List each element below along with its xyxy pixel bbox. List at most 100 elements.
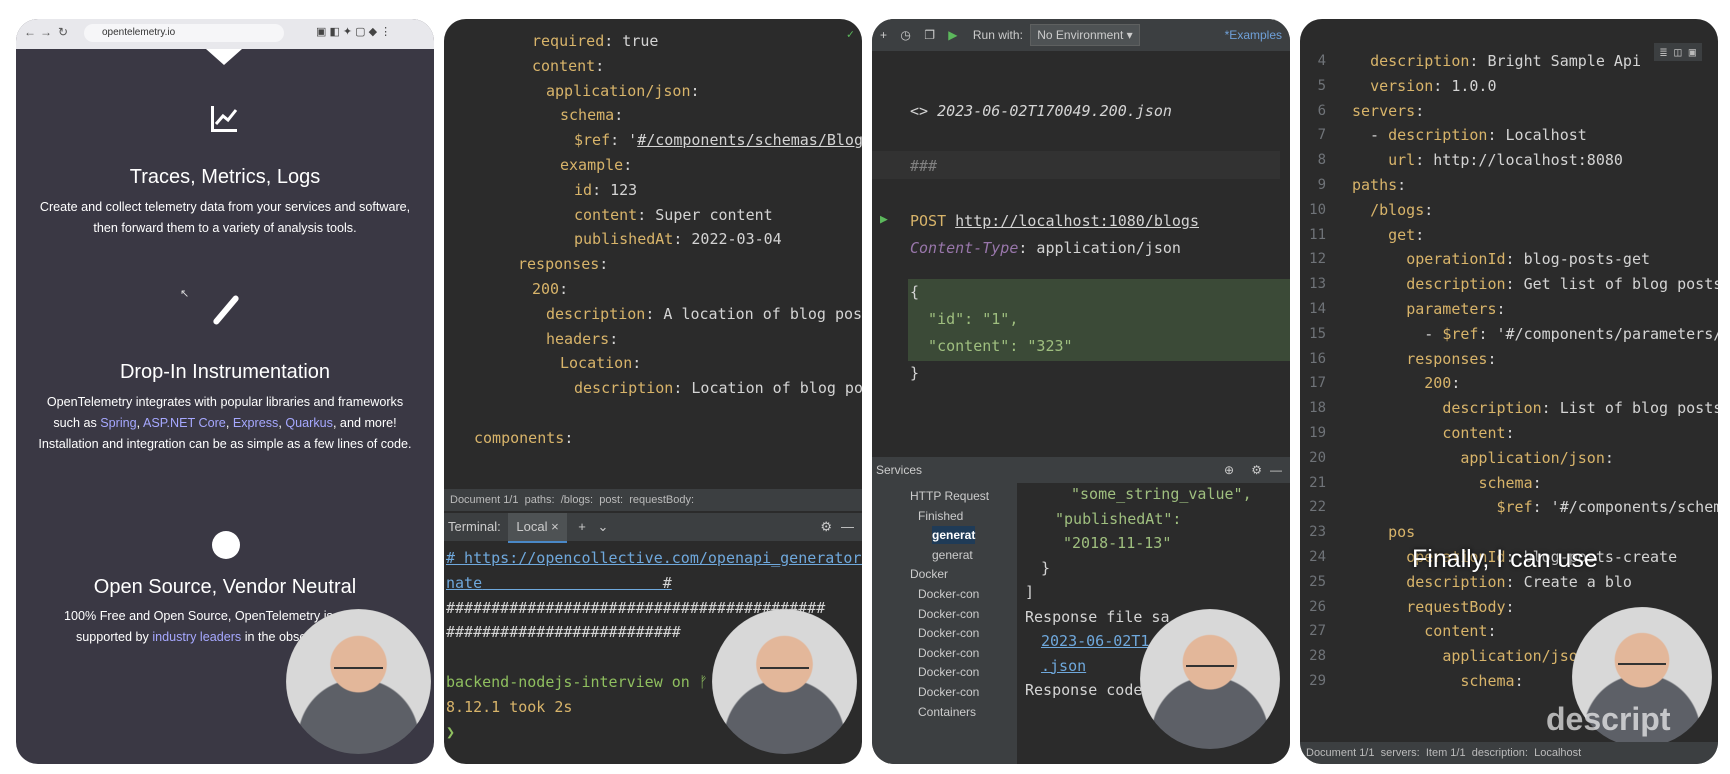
tree-item[interactable]: Docker-con — [918, 585, 979, 603]
add-tab-icon[interactable]: + — [578, 519, 586, 534]
run-request-icon[interactable]: ▶ — [880, 212, 888, 227]
webcam-avatar — [712, 609, 857, 754]
line-number: 18 — [1309, 400, 1326, 417]
examples-button[interactable]: *Examples — [1225, 19, 1282, 51]
history-icon[interactable]: ◷ — [890, 28, 910, 42]
address-bar[interactable]: opentelemetry.io — [84, 24, 284, 42]
yaml-value: : — [1451, 374, 1461, 393]
yaml-key: content — [1424, 622, 1488, 641]
tree-item[interactable]: generat — [932, 546, 973, 564]
yaml-key: get — [1388, 225, 1416, 244]
minimize-icon[interactable]: — — [1270, 457, 1282, 483]
terminal-link[interactable]: nate — [446, 574, 482, 592]
tree-item[interactable]: HTTP Request — [910, 487, 989, 505]
yaml-value: : blog-posts-get — [1505, 250, 1651, 269]
caption: Finally, I can use — [1412, 545, 1598, 573]
line-number: 17 — [1309, 375, 1326, 392]
split-view-icon[interactable]: ◫ — [1674, 45, 1681, 59]
tree-item[interactable]: generat — [932, 526, 976, 545]
tree-item[interactable]: Docker-con — [918, 663, 979, 681]
code-line: operationId: blog-posts-get — [1352, 246, 1718, 273]
forward-icon[interactable]: → — [40, 25, 52, 39]
line-number: 21 — [1309, 474, 1326, 491]
industry-leaders-link[interactable]: industry leaders — [152, 630, 241, 644]
aspnet-link[interactable]: ASP.NET Core — [143, 416, 226, 430]
code-line: id: 123 — [574, 177, 862, 204]
yaml-value: : — [599, 255, 609, 274]
tree-item[interactable]: Docker-con — [918, 624, 979, 642]
line-number: 28 — [1309, 648, 1326, 665]
line-number: 8 — [1317, 152, 1326, 169]
tree-item[interactable]: Docker-con — [918, 605, 979, 623]
response-line: "publishedAt": — [1055, 509, 1182, 528]
code-line: components: — [474, 425, 862, 452]
yaml-key: description — [546, 304, 646, 323]
yaml-key: example — [560, 156, 624, 174]
yaml-value: : — [1424, 200, 1434, 219]
gear-icon[interactable]: ⚙ — [820, 513, 832, 541]
yaml-value: : 1.0.0 — [1433, 76, 1497, 95]
yaml-key: components — [474, 428, 565, 447]
yaml-value: : Create a blo — [1505, 572, 1632, 591]
back-icon[interactable]: ← — [24, 25, 36, 39]
yaml-value: : — [1496, 300, 1506, 318]
add-icon[interactable]: + — [872, 28, 887, 42]
tree-item[interactable]: Docker-con — [918, 683, 979, 701]
line-number: 14 — [1309, 301, 1326, 317]
tree-item[interactable]: Docker-con — [918, 644, 979, 662]
express-link[interactable]: Express — [233, 416, 279, 430]
reload-icon[interactable]: ↻ — [58, 25, 68, 39]
run-all-icon[interactable]: ▶ — [938, 28, 957, 42]
line-number: 15 — [1309, 325, 1326, 342]
yaml-key: content — [1442, 424, 1506, 442]
yaml-value: : — [609, 329, 619, 348]
chart-icon — [211, 106, 238, 132]
tree-item[interactable]: Containers — [918, 703, 976, 721]
chevron-down-icon[interactable]: ⌄ — [598, 519, 609, 534]
yaml-value: : — [614, 106, 624, 125]
feature-title: Drop-In Instrumentation — [119, 361, 331, 383]
editor-only-icon[interactable]: ≣ — [1660, 45, 1667, 59]
openapi-editor-panel: 4 description: Bright Sample Api 5 versio… — [1300, 19, 1718, 764]
code-line: pos — [1352, 519, 1718, 546]
line-number: 9 — [1317, 177, 1326, 193]
yaml-key: publishedAt — [574, 230, 674, 249]
extensions-icon[interactable]: ▣ ◧ ✦ ▢ ◆ ⋮ — [316, 25, 391, 38]
copy-icon[interactable]: ❐ — [914, 28, 935, 42]
yaml-key: requestBody — [1406, 597, 1506, 616]
breadcrumb: Document 1/1 paths: /blogs: post: reques… — [444, 489, 862, 511]
code-editor: required: true content: application/json: s… — [444, 25, 862, 495]
tree-item[interactable]: Finished — [918, 507, 963, 525]
spring-link[interactable]: Spring — [100, 416, 136, 430]
code-line: get: — [1352, 222, 1718, 249]
code-line: description: List of blog posts — [1352, 395, 1718, 422]
yaml-key: responses — [1406, 349, 1488, 368]
yaml-value: : List of blog posts — [1541, 399, 1718, 418]
code-line: $ref: '#/components/schemas/BlogPo — [574, 127, 862, 154]
yaml-value: : — [1487, 349, 1497, 368]
target-icon[interactable]: ⊕ — [1224, 457, 1234, 483]
code-line: application/json: — [546, 78, 862, 105]
tree-item[interactable]: Docker — [910, 565, 948, 583]
yaml-value: : — [1532, 473, 1542, 492]
minimize-icon[interactable]: — — [841, 513, 854, 541]
quarkus-link[interactable]: Quarkus — [285, 416, 333, 430]
preview-icon[interactable]: ▣ — [1689, 45, 1696, 59]
request-url[interactable]: http://localhost:1080/blogs — [955, 212, 1199, 230]
gear-icon[interactable]: ⚙ — [1251, 457, 1262, 483]
indent: - — [1352, 324, 1443, 343]
tab-local[interactable]: Local × — [508, 513, 567, 543]
code-line: example: — [560, 152, 862, 179]
yaml-key: 200 — [532, 280, 560, 298]
line-number: 25 — [1309, 573, 1326, 590]
yaml-value: : Location of blog post — [673, 379, 862, 398]
line-number: 23 — [1309, 524, 1326, 541]
environment-select[interactable]: No Environment ▾ — [1030, 24, 1140, 46]
code-line: schema: — [560, 102, 862, 129]
yaml-key: description — [574, 379, 674, 398]
